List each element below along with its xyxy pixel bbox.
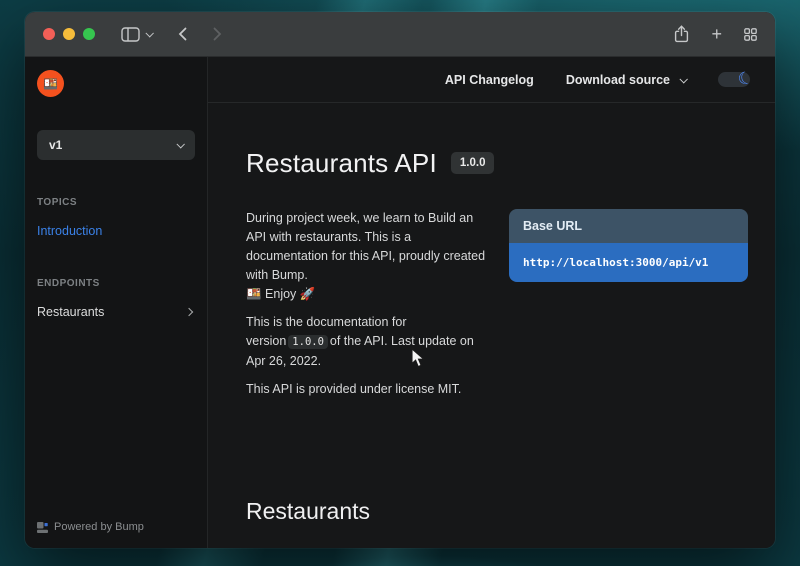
restaurants-section: Restaurants List all restaurants GET /re… <box>208 447 775 548</box>
sidebar: 🍱 v1 TOPICS Introduction ENDPOINTS Resta… <box>25 57 208 548</box>
download-source-label: Download source <box>566 73 670 87</box>
chevron-down-icon <box>176 140 184 148</box>
main-content: API Changelog Download source ☾ Restaura… <box>208 57 775 548</box>
minimize-button[interactable] <box>63 28 75 40</box>
base-url-value[interactable]: http://localhost:3000/api/v1 <box>509 243 748 282</box>
sidebar-heading-endpoints: ENDPOINTS <box>37 278 195 289</box>
powered-by-bump-link[interactable]: Powered by Bump <box>37 521 144 533</box>
share-icon[interactable] <box>674 25 689 43</box>
version-paragraph: This is the documentation for version1.0… <box>246 313 493 371</box>
sidebar-menu-chevron-icon[interactable] <box>146 31 152 37</box>
sidebar-item-label: Restaurants <box>37 305 104 319</box>
zoom-button[interactable] <box>83 28 95 40</box>
sidebar-item-introduction[interactable]: Introduction <box>37 224 195 238</box>
base-url-panel: Base URL http://localhost:3000/api/v1 <box>509 209 748 282</box>
sidebar-toggle-icon[interactable] <box>121 27 140 42</box>
app-logo[interactable]: 🍱 <box>37 70 64 97</box>
download-source-dropdown[interactable]: Download source <box>566 73 686 87</box>
introduction-section: Restaurants API 1.0.0 During project wee… <box>208 103 775 447</box>
sidebar-heading-topics: TOPICS <box>37 197 195 208</box>
chevron-right-icon <box>185 308 193 316</box>
version-select-value: v1 <box>49 138 62 152</box>
powered-by-label: Powered by Bump <box>54 521 144 533</box>
new-tab-icon[interactable]: + <box>711 25 722 43</box>
browser-window: + 🍱 v1 TOPICS Introduction <box>25 12 775 548</box>
sidebar-item-restaurants[interactable]: Restaurants <box>37 305 195 319</box>
inline-version-code: 1.0.0 <box>288 335 328 349</box>
tab-overview-icon[interactable] <box>744 28 757 41</box>
desktop: + 🍱 v1 TOPICS Introduction <box>0 0 800 566</box>
version-badge: 1.0.0 <box>451 152 495 174</box>
bump-logo-icon <box>37 522 48 533</box>
forward-icon[interactable] <box>213 27 222 41</box>
intro-paragraph: During project week, we learn to Build a… <box>246 209 493 304</box>
license-paragraph: This API is provided under license MIT. <box>246 380 493 399</box>
content-header: API Changelog Download source ☾ <box>208 57 775 103</box>
version-select[interactable]: v1 <box>37 130 195 160</box>
bento-icon: 🍱 <box>43 78 58 90</box>
mouse-cursor <box>411 348 426 369</box>
close-button[interactable] <box>43 28 55 40</box>
moon-icon: ☾ <box>736 67 756 90</box>
back-icon[interactable] <box>178 27 187 41</box>
restaurants-heading: Restaurants <box>246 497 748 525</box>
chevron-down-icon <box>679 75 687 83</box>
api-changelog-link[interactable]: API Changelog <box>445 73 534 87</box>
titlebar: + <box>25 12 775 57</box>
dark-mode-toggle[interactable]: ☾ <box>718 72 750 87</box>
intro-emoji-line: 🍱 Enjoy 🚀 <box>246 287 315 301</box>
page-title: Restaurants API <box>246 147 437 179</box>
base-url-header: Base URL <box>509 209 748 243</box>
